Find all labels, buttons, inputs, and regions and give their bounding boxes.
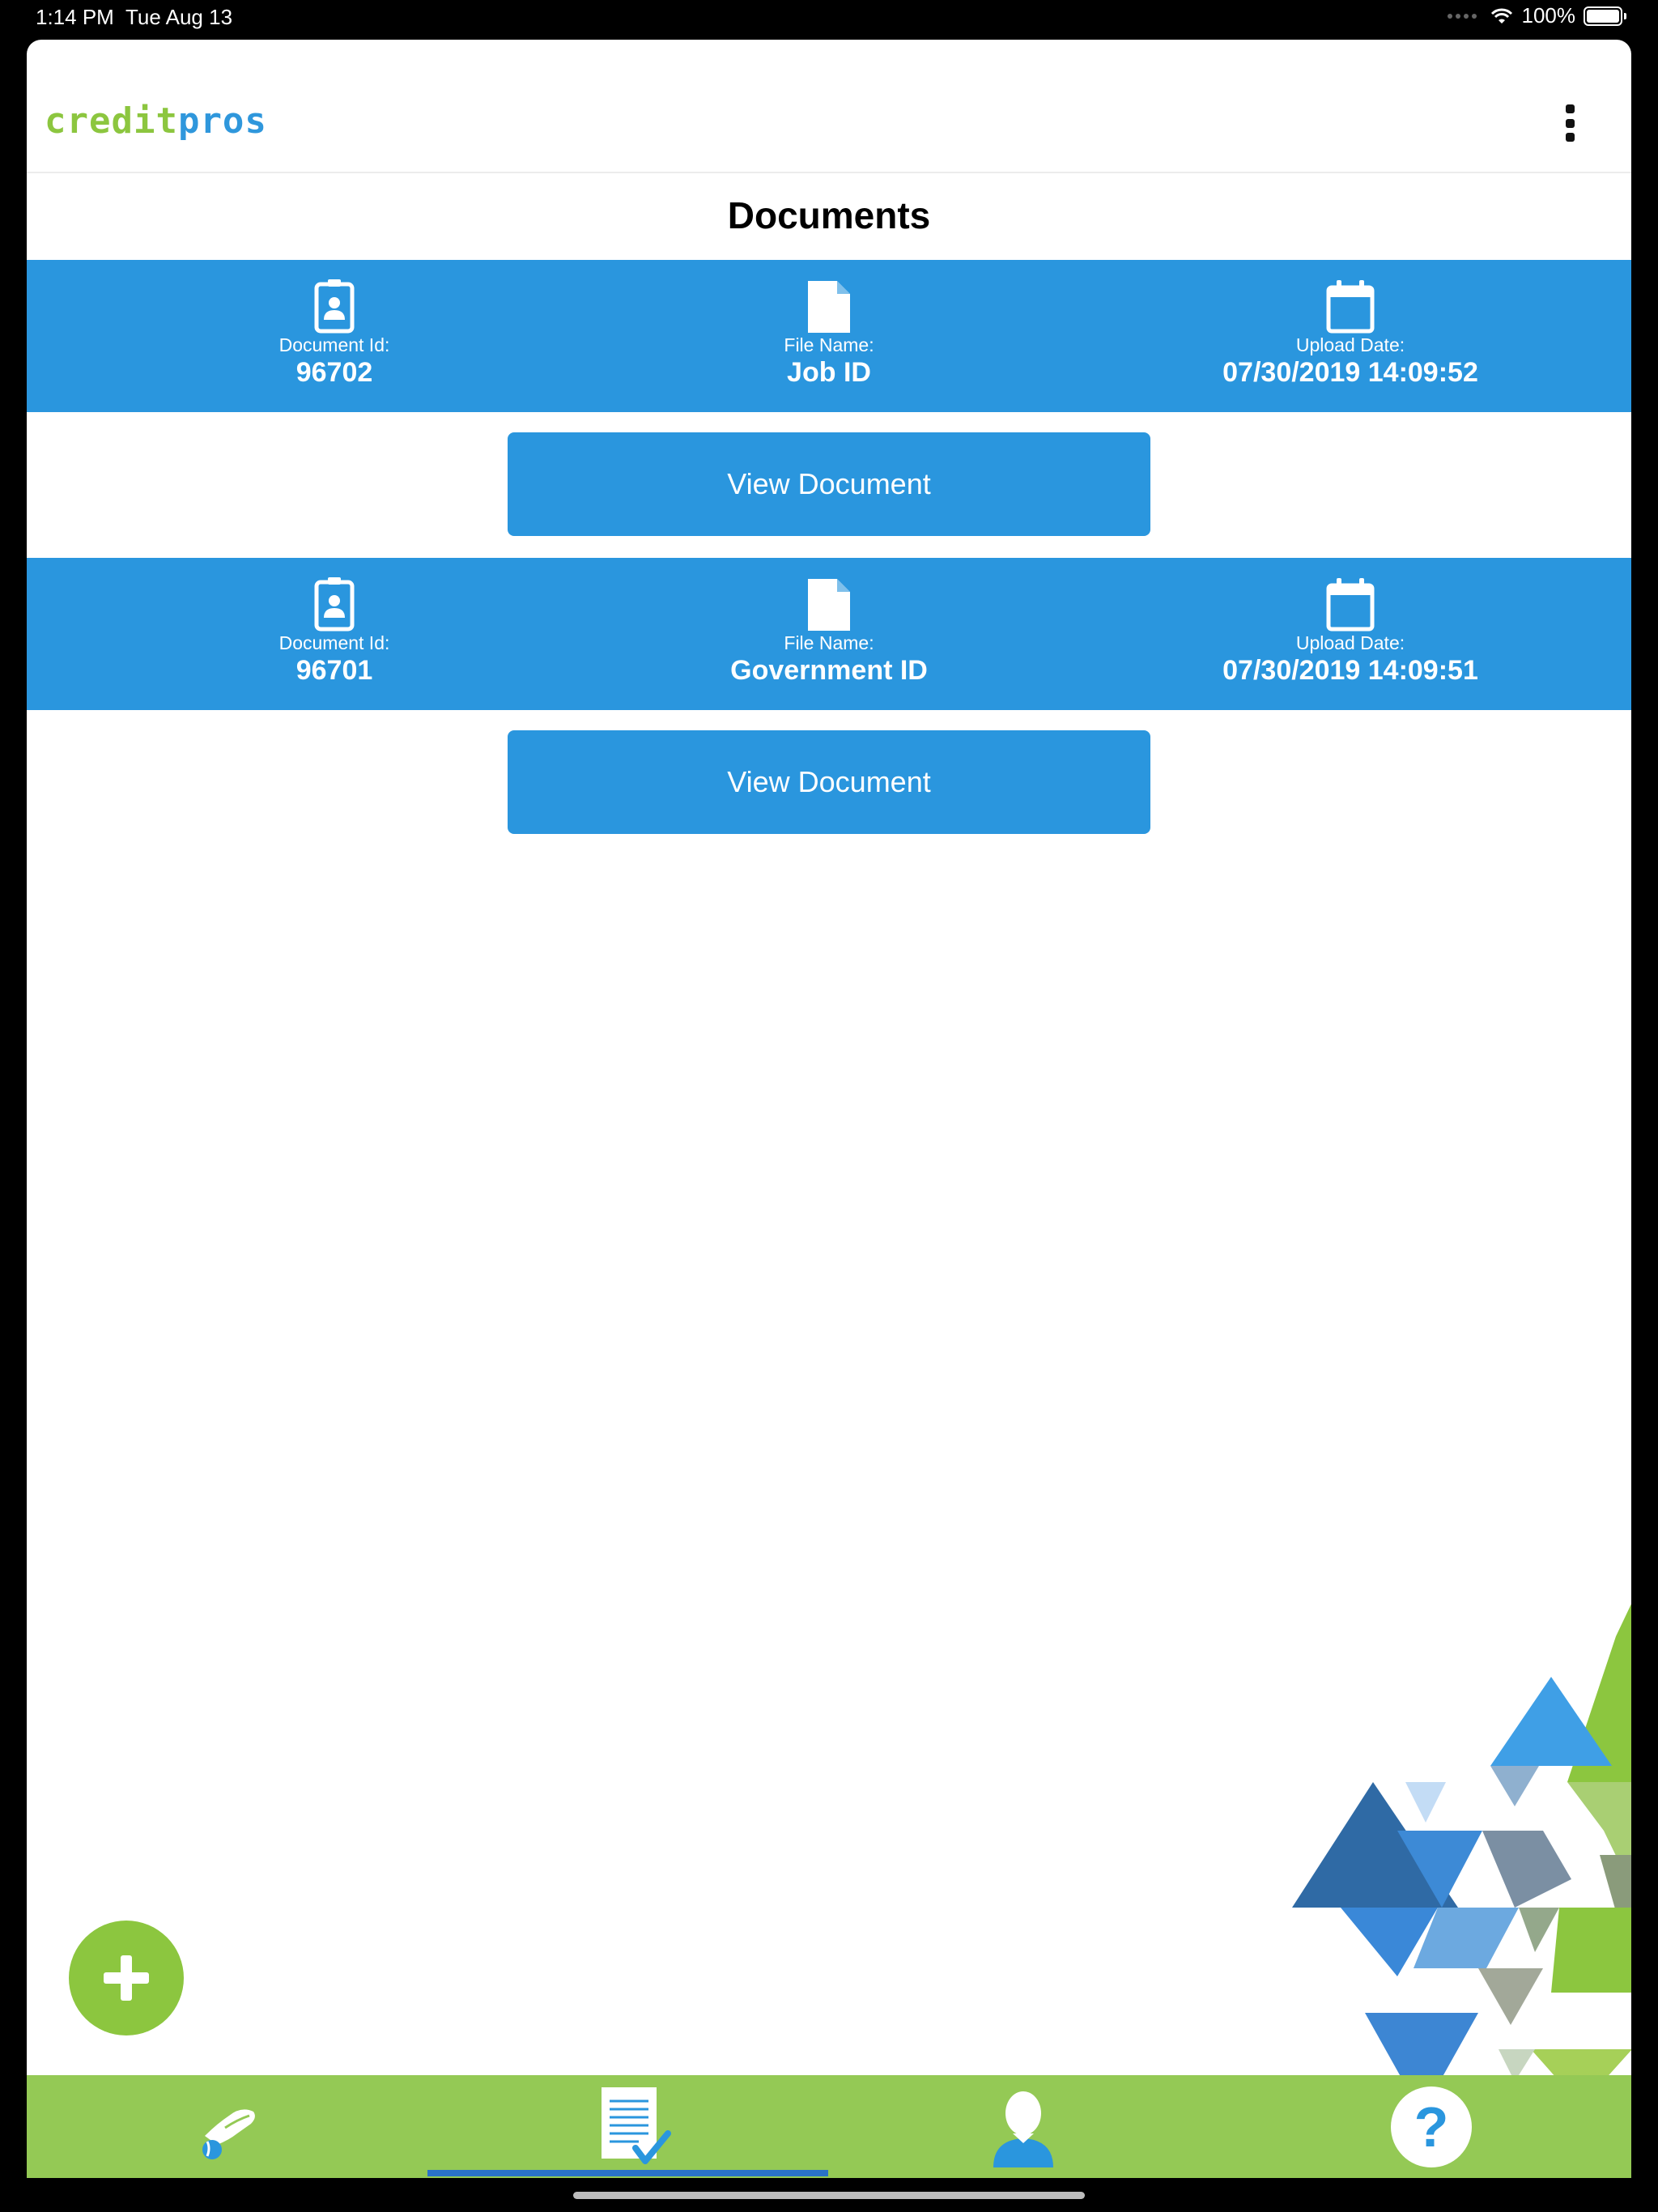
logo-text-pros: pros bbox=[177, 100, 267, 142]
document-id-column: Document Id: 96702 bbox=[67, 260, 602, 412]
status-bar: 1:14 PM Tue Aug 13 100% bbox=[0, 0, 1658, 36]
upload-date-column: Upload Date: 07/30/2019 14:09:51 bbox=[1083, 558, 1618, 710]
document-check-icon bbox=[602, 2087, 671, 2164]
page-title: Documents bbox=[727, 194, 931, 236]
upload-date-column: Upload Date: 07/30/2019 14:09:52 bbox=[1083, 260, 1618, 412]
id-badge-icon bbox=[314, 279, 355, 334]
calendar-icon bbox=[1326, 280, 1375, 334]
cellular-signal-icon bbox=[1447, 13, 1477, 19]
tab-profile[interactable] bbox=[828, 2075, 1229, 2178]
app-window: creditpros Documents Document Id: 96702 … bbox=[27, 40, 1631, 2178]
upload-date-value: 07/30/2019 14:09:52 bbox=[1222, 357, 1478, 388]
view-document-button[interactable]: View Document bbox=[508, 730, 1150, 834]
status-date: Tue Aug 13 bbox=[125, 5, 233, 29]
document-id-label: Document Id: bbox=[278, 334, 390, 355]
file-name-column: File Name: Government ID bbox=[562, 558, 1096, 710]
battery-percent: 100% bbox=[1521, 3, 1576, 28]
status-time: 1:14 PM bbox=[36, 5, 114, 29]
add-document-button[interactable] bbox=[69, 1921, 184, 2035]
tab-help[interactable]: ? bbox=[1229, 2075, 1630, 2178]
file-name-label: File Name: bbox=[784, 334, 874, 355]
tab-payments[interactable] bbox=[27, 2075, 427, 2178]
home-indicator[interactable] bbox=[573, 2192, 1085, 2199]
hand-coin-icon bbox=[202, 2109, 255, 2159]
document-id-column: Document Id: 96701 bbox=[67, 558, 602, 710]
help-icon: ? bbox=[1391, 2087, 1472, 2167]
file-icon bbox=[808, 281, 850, 333]
id-badge-icon bbox=[314, 577, 355, 632]
calendar-icon bbox=[1326, 578, 1375, 632]
file-name-value: Government ID bbox=[730, 655, 928, 686]
file-name-label: File Name: bbox=[784, 632, 874, 653]
file-name-column: File Name: Job ID bbox=[562, 260, 1096, 412]
selected-tab-indicator bbox=[427, 2170, 828, 2176]
document-id-value: 96701 bbox=[295, 655, 373, 686]
more-options-icon[interactable] bbox=[1563, 104, 1576, 142]
logo-text-credit: credit bbox=[45, 100, 178, 142]
upload-date-label: Upload Date: bbox=[1295, 632, 1405, 653]
svg-text:?: ? bbox=[1414, 2095, 1449, 2159]
person-icon bbox=[993, 2091, 1053, 2167]
upload-date-value: 07/30/2019 14:09:51 bbox=[1222, 655, 1478, 686]
upload-date-label: Upload Date: bbox=[1295, 334, 1405, 355]
status-indicators: 100% bbox=[1447, 3, 1626, 28]
top-bar: creditpros bbox=[27, 40, 1631, 173]
file-name-value: Job ID bbox=[787, 357, 871, 388]
tab-documents[interactable] bbox=[427, 2075, 828, 2178]
bottom-tab-bar: ? bbox=[27, 2075, 1631, 2178]
wifi-icon bbox=[1490, 8, 1512, 23]
decorative-triangles bbox=[1292, 1604, 1631, 2075]
document-id-value: 96702 bbox=[295, 357, 373, 388]
file-icon bbox=[808, 579, 850, 631]
view-document-button[interactable]: View Document bbox=[508, 432, 1150, 536]
document-card: Document Id: 96702 File Name: Job ID Upl… bbox=[27, 260, 1631, 412]
document-id-label: Document Id: bbox=[278, 632, 390, 653]
document-card: Document Id: 96701 File Name: Government… bbox=[27, 558, 1631, 710]
battery-icon bbox=[1584, 6, 1626, 26]
creditpros-logo: creditpros bbox=[45, 100, 267, 142]
